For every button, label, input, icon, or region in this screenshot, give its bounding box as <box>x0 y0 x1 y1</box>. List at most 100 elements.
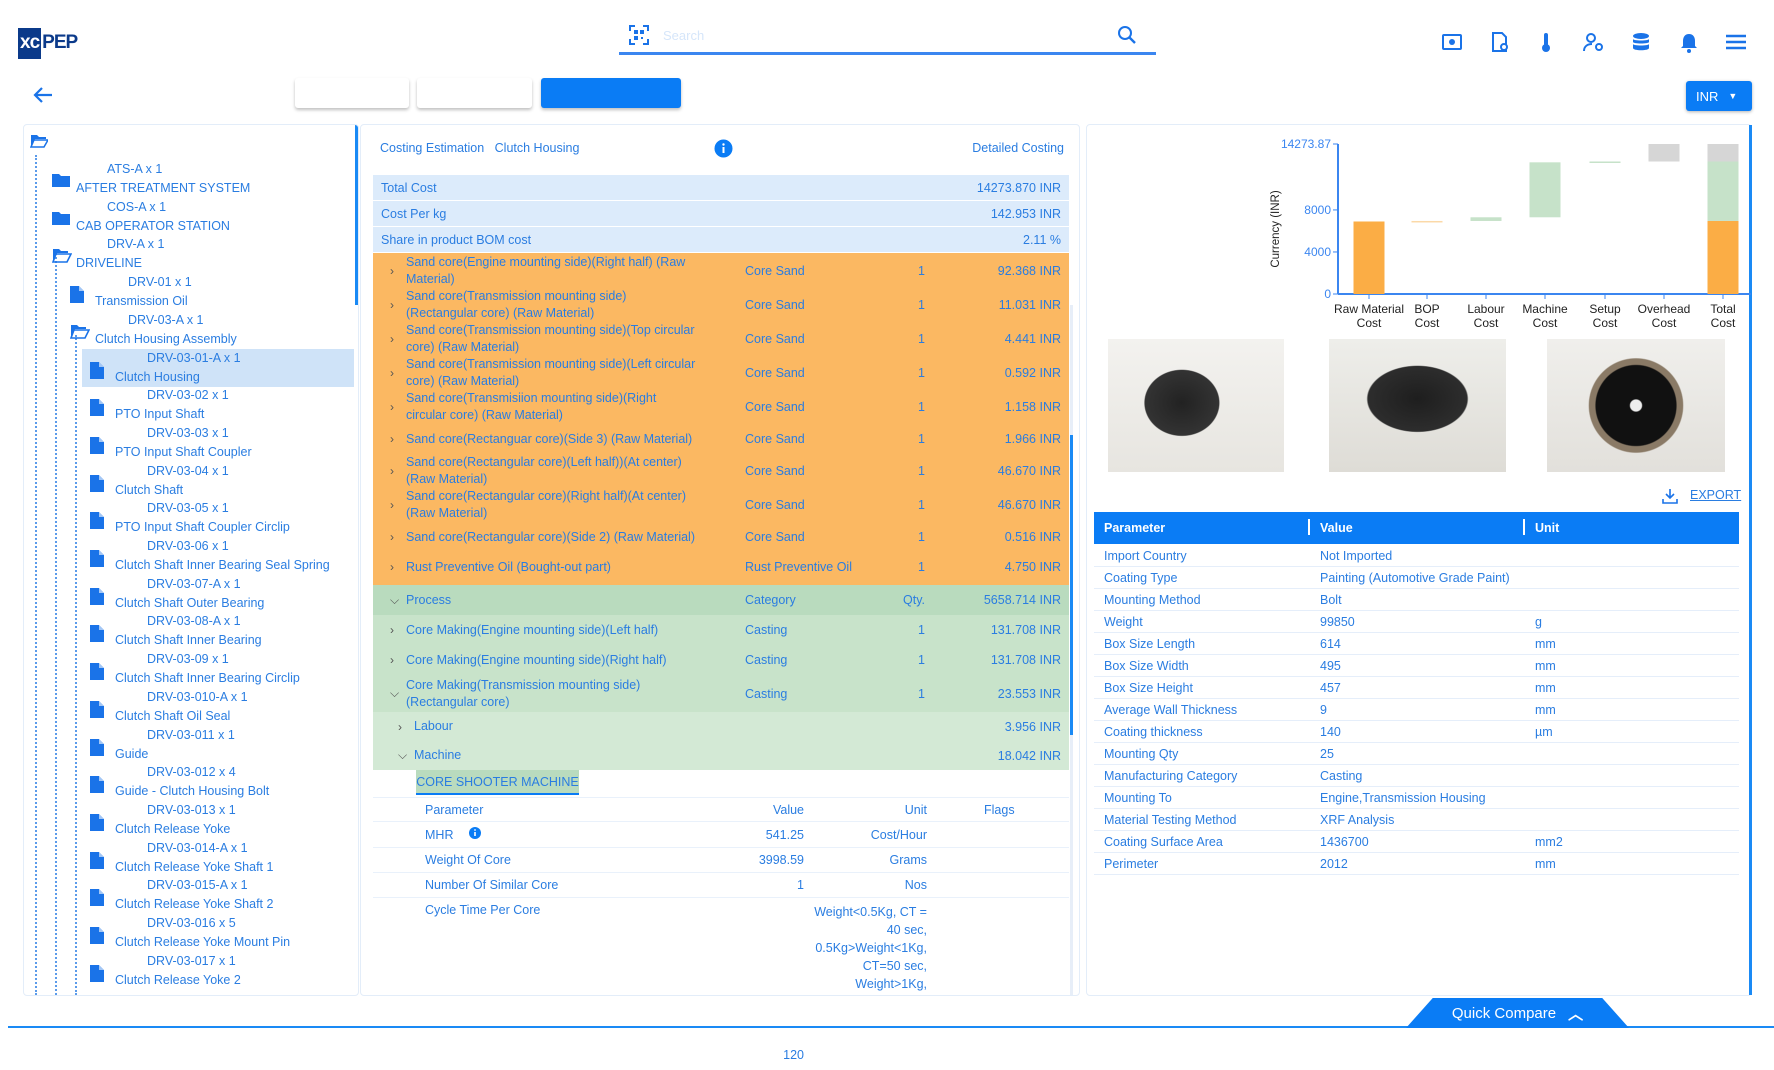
bar-total-cost-segment[interactable] <box>1707 144 1739 162</box>
raw-material-row[interactable]: › Sand core(Rectangular core)(Right half)… <box>373 488 1069 522</box>
sub-row-labour[interactable]: › Labour 3.956 INR <box>373 712 1069 741</box>
user-settings-icon[interactable] <box>1580 28 1608 56</box>
menu-icon[interactable] <box>1722 28 1750 56</box>
chevron-right-icon[interactable]: › <box>390 653 402 667</box>
back-arrow-icon[interactable] <box>32 86 54 104</box>
machine-tab[interactable]: CORE SHOOTER MACHINE <box>416 770 579 795</box>
bar-total-cost-segment[interactable] <box>1707 220 1739 294</box>
row-category: Casting <box>745 623 788 637</box>
raw-material-row[interactable]: › Sand core(Transmission mounting side)(L… <box>373 356 1069 390</box>
raw-material-row[interactable]: › Sand core(Rectangular core)(Left half))… <box>373 454 1069 488</box>
tab-button-1[interactable] <box>295 78 409 108</box>
file-icon <box>90 776 104 796</box>
sub-row-name: Machine <box>414 748 462 762</box>
process-row[interactable]: ⌵ Core Making(Transmission mounting side)… <box>373 675 1069 712</box>
chevron-right-icon[interactable]: › <box>390 560 402 574</box>
product-image-1[interactable] <box>1108 339 1284 472</box>
chevron-right-icon[interactable]: › <box>390 332 402 346</box>
tree-guide-line <box>75 335 77 995</box>
chevron-right-icon[interactable]: › <box>390 530 402 544</box>
chevron-right-icon[interactable]: › <box>390 400 402 414</box>
monitor-icon[interactable] <box>1438 28 1466 56</box>
info-value: 9 <box>1320 703 1327 717</box>
chevron-down-icon[interactable]: ⌵ <box>390 686 402 701</box>
raw-material-row[interactable]: › Sand core(Transmission mounting side)(R… <box>373 288 1069 322</box>
currency-select[interactable]: INR ▼ <box>1686 81 1752 111</box>
chevron-right-icon[interactable]: › <box>390 623 402 637</box>
tree-guide-line <box>55 250 57 995</box>
bar-machine-cost[interactable] <box>1529 162 1561 218</box>
raw-material-row[interactable]: › Sand core(Rectanguar core)(Side 3) (Raw… <box>373 424 1069 454</box>
search-bar[interactable] <box>619 22 1156 55</box>
document-settings-icon[interactable] <box>1486 28 1514 56</box>
costing-scroll-track[interactable] <box>1070 305 1073 995</box>
col-value[interactable]: Value <box>1320 521 1353 535</box>
chevron-right-icon[interactable]: › <box>390 298 402 312</box>
bar-overhead-cost[interactable] <box>1648 144 1680 162</box>
bell-icon[interactable] <box>1675 28 1703 56</box>
summary-label: Share in product BOM cost <box>381 232 532 247</box>
chevron-right-icon[interactable]: › <box>390 498 402 512</box>
chevron-right-icon[interactable]: › <box>398 720 410 734</box>
sub-row-name: Labour <box>414 719 453 733</box>
chevron-right-icon[interactable]: › <box>390 366 402 380</box>
row-qty: 1 <box>918 264 925 278</box>
tree-item-code: DRV-01 x 1 <box>128 275 192 290</box>
process-header-row[interactable]: ⌵ Process Category Qty. 5658.714 INR <box>373 585 1069 615</box>
chevron-right-icon[interactable]: › <box>390 464 402 478</box>
info-parameter: Coating Type <box>1104 571 1178 585</box>
bar-bop-cost[interactable] <box>1411 220 1443 223</box>
tab-button-3-active[interactable] <box>541 78 681 108</box>
detailed-costing-link[interactable]: Detailed Costing <box>972 141 1064 155</box>
costing-scroll-thumb[interactable] <box>1070 435 1073 735</box>
raw-material-row[interactable]: › Sand core(Engine mounting side)(Right h… <box>373 254 1069 288</box>
tab-button-2[interactable] <box>417 78 532 108</box>
raw-material-row[interactable]: › Sand core(Transmission mounting side)(T… <box>373 322 1069 356</box>
process-row[interactable]: › Core Making(Engine mounting side)(Left … <box>373 615 1069 645</box>
x-tick-label: Overhead <box>1638 302 1691 316</box>
process-row[interactable]: › Core Making(Engine mounting side)(Right… <box>373 645 1069 675</box>
sub-row-machine[interactable]: ⌵ Machine 18.042 INR <box>373 741 1069 770</box>
logo[interactable]: xc PEP <box>18 28 79 59</box>
search-icon[interactable] <box>1117 25 1137 45</box>
root-folder-open-icon[interactable] <box>29 133 50 151</box>
tree-item-code: DRV-03-02 x 1 <box>147 388 229 403</box>
breadcrumb-part[interactable]: Clutch Housing <box>495 141 580 155</box>
row-category: Core Sand <box>745 264 805 278</box>
export-link[interactable]: EXPORT <box>1690 488 1741 502</box>
chevron-right-icon[interactable]: › <box>390 264 402 278</box>
chevron-down-icon[interactable]: ⌵ <box>390 593 402 608</box>
tree-scrollbar[interactable] <box>355 125 358 305</box>
tree-item-code: DRV-03-014-A x 1 <box>147 840 248 855</box>
raw-material-row[interactable]: › Rust Preventive Oil (Bought-out part) Ru… <box>373 552 1069 582</box>
col-unit[interactable]: Unit <box>1535 521 1559 535</box>
qr-scan-icon[interactable] <box>629 25 649 45</box>
x-tick-label: Setup <box>1589 302 1621 316</box>
raw-material-row[interactable]: › Sand core(Transmisiion mounting side)(R… <box>373 390 1069 424</box>
bar-raw-material-cost[interactable] <box>1353 221 1385 294</box>
y-axis-label: Currency (INR) <box>1270 190 1282 267</box>
download-icon[interactable] <box>1662 488 1678 504</box>
tree-item-code: DRV-A x 1 <box>107 237 165 252</box>
product-image-3[interactable] <box>1547 339 1725 472</box>
info-icon[interactable] <box>469 827 481 839</box>
chevron-down-icon[interactable]: ⌵ <box>398 748 410 763</box>
thermometer-icon[interactable] <box>1532 28 1560 56</box>
row-amount: 4.441 INR <box>1004 332 1061 346</box>
quick-compare-tab[interactable]: Quick Compare ︿ <box>1406 998 1629 1028</box>
bar-labour-cost[interactable] <box>1470 217 1502 221</box>
row-category: Core Sand <box>745 464 805 478</box>
chevron-right-icon[interactable]: › <box>390 432 402 446</box>
breadcrumb-costing[interactable]: Costing Estimation <box>380 141 484 155</box>
info-icon[interactable] <box>714 139 733 158</box>
info-parameter: Material Testing Method <box>1104 813 1237 827</box>
raw-material-row[interactable]: › Sand core(Rectangular core)(Side 2) (Ra… <box>373 522 1069 552</box>
search-input[interactable] <box>663 28 1083 43</box>
bar-total-cost-segment[interactable] <box>1707 161 1739 221</box>
tree-item-code: DRV-03-09 x 1 <box>147 652 229 667</box>
bar-setup-cost[interactable] <box>1589 161 1621 164</box>
product-image-2[interactable] <box>1329 339 1506 472</box>
database-icon[interactable] <box>1627 28 1655 56</box>
col-parameter[interactable]: Parameter <box>1104 521 1165 535</box>
category-header: Category <box>745 593 796 607</box>
